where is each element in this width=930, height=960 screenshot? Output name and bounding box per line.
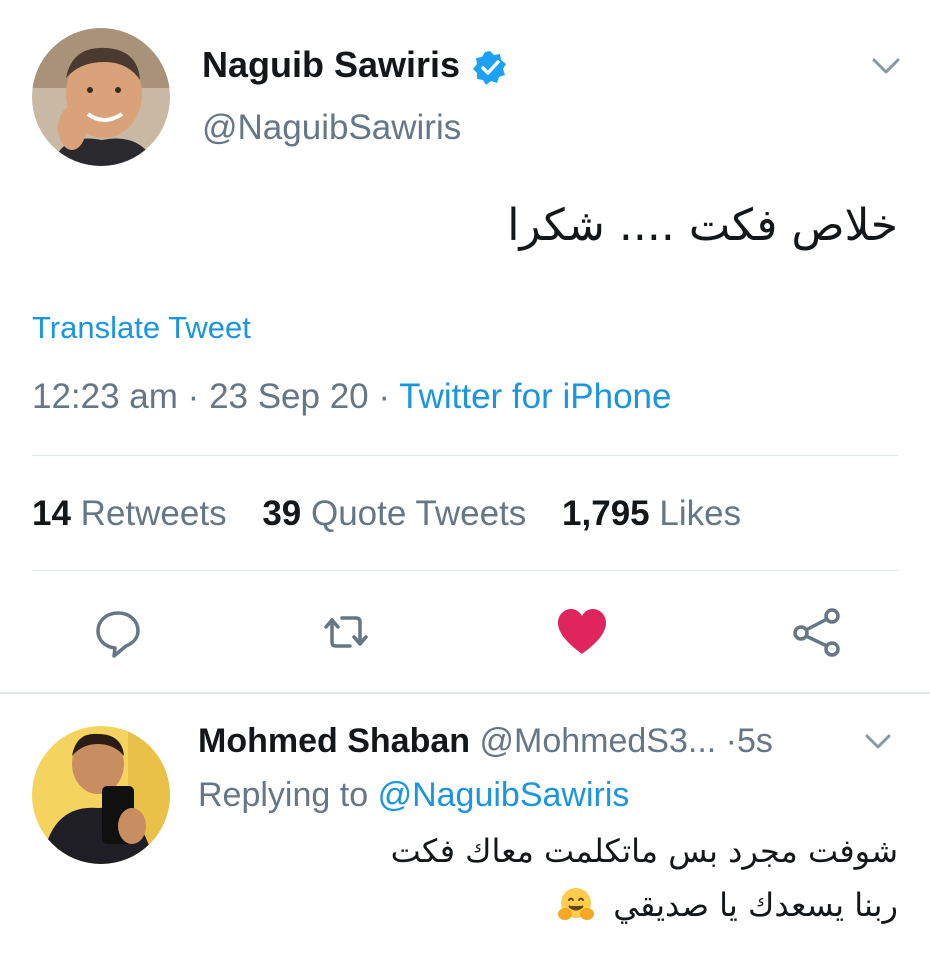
author-name[interactable]: Naguib Sawiris [202,44,460,86]
tweet-meta: 12:23 am · 23 Sep 20 · Twitter for iPhon… [32,377,671,417]
translate-tweet-link[interactable]: Translate Tweet [32,310,251,346]
chevron-down-icon[interactable] [868,52,904,80]
likes-stat[interactable]: 1,795 Likes [562,494,741,533]
share-icon[interactable] [788,604,844,660]
replying-to-mention[interactable]: @NaguibSawiris [378,776,630,814]
reply-text-line: شوفت مجرد بس ماتكلمت معاك فكت [390,832,898,870]
time-separator: · [725,722,737,760]
reply-time[interactable]: 5s [737,722,773,760]
tweet-date[interactable]: 23 Sep 20 [209,377,369,416]
reply-author-handle[interactable]: @MohmedS3... [479,722,716,760]
divider [0,692,930,694]
tweet-source-link[interactable]: Twitter for iPhone [399,377,671,416]
retweet-icon[interactable] [318,604,374,660]
divider [32,570,898,571]
chevron-down-icon[interactable] [862,730,894,754]
replying-prefix: Replying to [198,776,369,814]
reply-icon[interactable] [90,604,146,660]
tweet-time[interactable]: 12:23 am [32,377,178,416]
author-avatar[interactable] [32,28,170,166]
divider [32,455,898,456]
author-handle[interactable]: @NaguibSawiris [202,108,461,148]
retweets-stat[interactable]: 14 Retweets [32,494,227,533]
meta-separator: · [378,377,391,416]
reply-text-line-2: ربنا يسعدك يا صديقي [557,886,898,924]
replying-to: Replying to @NaguibSawiris [198,776,629,815]
tweet-stats: 14 Retweets 39 Quote Tweets 1,795 Likes [32,494,767,534]
tweet-text: خلاص فكت .... شكرا [507,200,898,251]
reply-author-name[interactable]: Mohmed Shaban [198,722,470,760]
verified-badge-icon [472,50,508,86]
reply-header: Mohmed Shaban @MohmedS3... ·5s [198,722,773,761]
quote-tweets-stat[interactable]: 39 Quote Tweets [262,494,526,533]
heart-icon[interactable] [554,604,610,660]
reply-author-avatar[interactable] [32,726,170,864]
hugging-face-emoji-icon [557,886,595,924]
meta-separator: · [187,377,200,416]
reply-text-content: ربنا يسعدك يا صديقي [613,886,898,924]
